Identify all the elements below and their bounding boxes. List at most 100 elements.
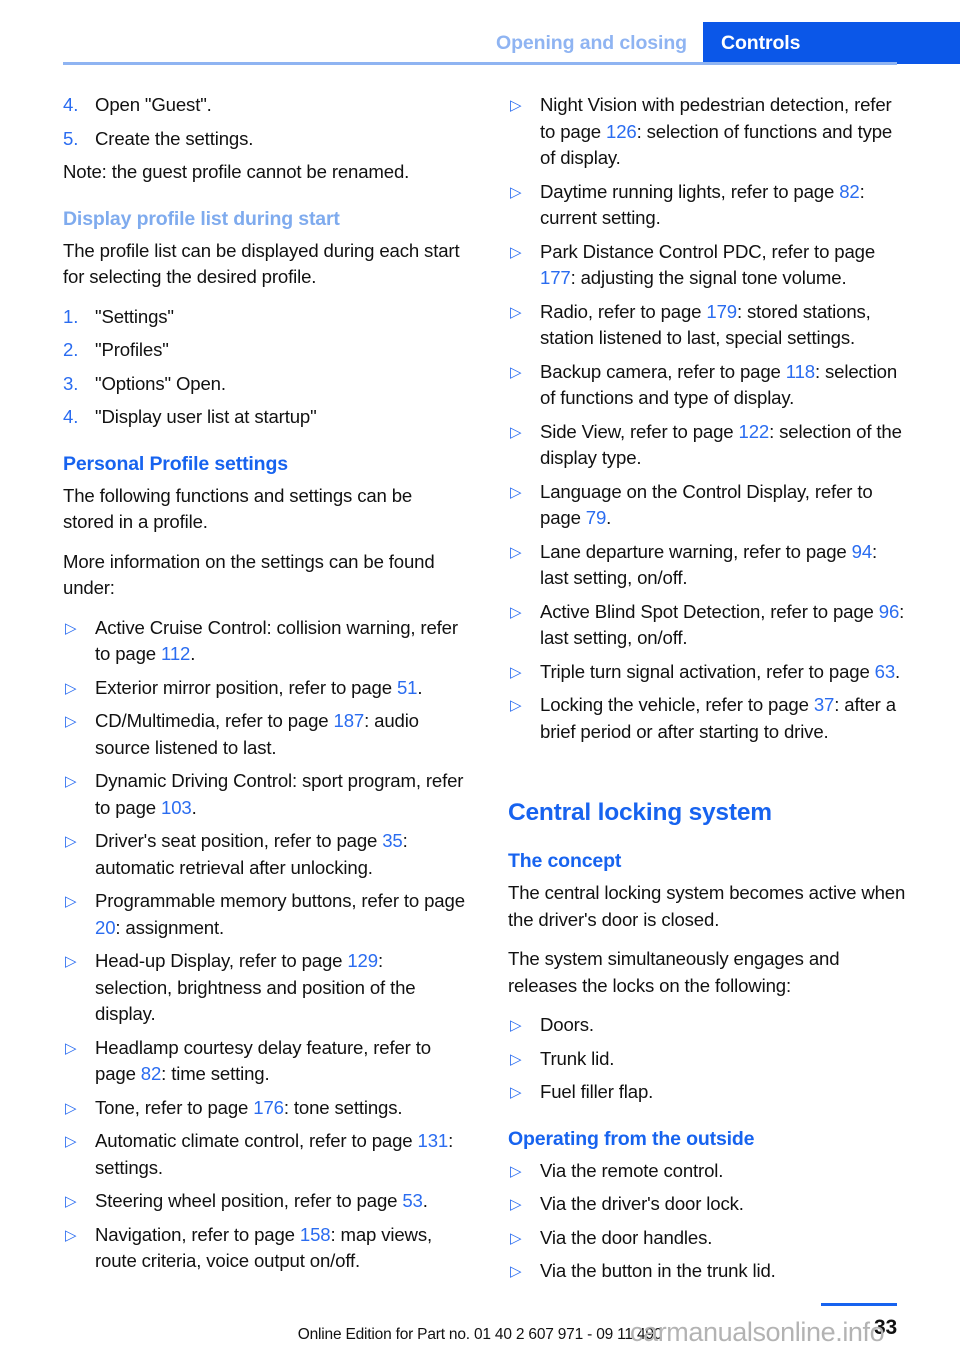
page-reference[interactable]: 179 xyxy=(706,301,737,322)
step-number: 3. xyxy=(63,372,79,394)
list-item-text: Navigation, refer to page xyxy=(95,1223,300,1245)
steps-top-list: 4. Open "Guest". 5. Create the settings. xyxy=(63,92,465,152)
page-reference[interactable]: 131 xyxy=(418,1130,449,1151)
list-item: ▷ Driver's seat position, refer to page 3… xyxy=(63,828,465,881)
list-item-text: Via the remote control. xyxy=(540,1159,724,1181)
page-reference[interactable]: 96 xyxy=(879,601,900,622)
triangle-bullet-icon: ▷ xyxy=(510,303,522,321)
triangle-bullet-icon: ▷ xyxy=(65,619,77,637)
personal-profile-intro-1: The following functions and settings can… xyxy=(63,484,413,533)
heading-operating-from-the-outside: Operating from the outside xyxy=(508,1127,755,1150)
triangle-bullet-icon: ▷ xyxy=(65,953,77,970)
breadcrumb-opening-and-closing: Opening and closing xyxy=(478,22,703,64)
triangle-bullet-icon: ▷ xyxy=(65,1039,77,1057)
list-item: ▷ Daytime running lights, refer to page 8… xyxy=(508,179,910,232)
list-item-text-tail: . xyxy=(422,1190,428,1211)
triangle-bullet-icon: ▷ xyxy=(510,97,522,114)
triangle-bullet-icon: ▷ xyxy=(510,183,522,201)
triangle-bullet-icon: ▷ xyxy=(510,363,522,381)
list-item-text: Via the door handles. xyxy=(540,1226,713,1248)
heading-personal-profile-settings: Personal Profile settings xyxy=(63,452,288,475)
list-item-text: Trunk lid. xyxy=(540,1047,615,1069)
list-item: ▷ CD/Multimedia, refer to page 187: audio… xyxy=(63,708,465,761)
triangle-bullet-icon: ▷ xyxy=(65,773,77,790)
list-item-text: Steering wheel position, refer to page xyxy=(95,1190,403,1211)
page-reference[interactable]: 20 xyxy=(95,917,116,938)
list-item-text: CD/Multimedia, refer to page xyxy=(95,710,334,731)
list-item: ▷ Via the driver's door lock. xyxy=(508,1191,910,1218)
page-reference[interactable]: 103 xyxy=(161,797,192,818)
triangle-bullet-icon: ▷ xyxy=(510,1263,522,1280)
list-item-text: Fuel filler flap. xyxy=(540,1081,654,1102)
page-reference[interactable]: 122 xyxy=(739,421,770,442)
list-item-text: Programmable memory buttons, refer to pa… xyxy=(95,890,465,911)
list-item-text-tail: . xyxy=(191,796,197,818)
step-text: Create the settings. xyxy=(95,127,254,149)
tab-controls: Controls xyxy=(703,22,960,64)
list-item-text: Active Blind Spot Detection, refer to pa… xyxy=(540,600,879,622)
list-item-text: Side View, refer to page xyxy=(540,420,739,442)
list-item-text-tail: . xyxy=(417,676,423,698)
page-reference[interactable]: 35 xyxy=(382,830,403,851)
page-reference[interactable]: 177 xyxy=(540,267,571,288)
display-profile-intro: The profile list can be displayed during… xyxy=(63,239,460,288)
triangle-bullet-icon: ▷ xyxy=(65,893,77,910)
page-reference[interactable]: 63 xyxy=(875,661,896,682)
step-number: 4. xyxy=(63,406,79,427)
list-item: ▷ Locking the vehicle, refer to page 37: … xyxy=(508,692,910,745)
page-reference[interactable]: 82 xyxy=(839,181,860,202)
triangle-bullet-icon: ▷ xyxy=(510,543,522,561)
list-item: ▷ Active Cruise Control: collision warnin… xyxy=(63,615,465,668)
page-reference[interactable]: 51 xyxy=(397,677,418,698)
list-item: ▷ Programmable memory buttons, refer to p… xyxy=(63,888,465,941)
triangle-bullet-icon: ▷ xyxy=(65,679,77,697)
list-item-text: Dynamic Driving Control: sport program, … xyxy=(95,770,464,818)
list-item-text-tail: : tone settings. xyxy=(283,1096,403,1118)
list-item: ▷ Radio, refer to page 179: stored statio… xyxy=(508,299,910,352)
page-reference[interactable]: 176 xyxy=(253,1097,284,1118)
page-footer: 33 Online Edition for Part no. 01 40 2 6… xyxy=(0,1282,960,1362)
page-reference[interactable]: 53 xyxy=(402,1190,423,1211)
step-text: "Options" Open. xyxy=(95,372,226,394)
step-number: 1. xyxy=(63,305,79,327)
list-item-text: Tone, refer to page xyxy=(95,1096,254,1118)
page-reference[interactable]: 118 xyxy=(786,361,815,382)
list-item-text: Driver's seat position, refer to page xyxy=(95,830,383,851)
list-item: ▷ Trunk lid. xyxy=(508,1046,910,1073)
page-reference[interactable]: 94 xyxy=(852,541,873,562)
operating-outside-list: ▷ Via the remote control. ▷ Via the driver'… xyxy=(508,1158,910,1285)
page-reference[interactable]: 37 xyxy=(814,694,835,715)
heading-display-profile-list: Display profile list during start xyxy=(63,207,340,230)
page-reference[interactable]: 79 xyxy=(586,507,607,528)
triangle-bullet-icon: ▷ xyxy=(510,603,522,621)
step-text: "Display user list at startup" xyxy=(95,406,317,427)
list-item-text: Automatic climate control, refer to page xyxy=(95,1130,418,1151)
triangle-bullet-icon: ▷ xyxy=(510,243,522,261)
page-reference[interactable]: 129 xyxy=(347,950,378,971)
footer-divider xyxy=(821,1303,897,1306)
page-reference[interactable]: 187 xyxy=(334,710,365,731)
page-header: Opening and closing Controls xyxy=(0,0,960,65)
list-item: ▷ Side View, refer to page 122: selection… xyxy=(508,419,910,472)
list-item: ▷ Doors. xyxy=(508,1012,910,1039)
list-item: ▷ Night Vision with pedestrian detection,… xyxy=(508,92,910,172)
heading-the-concept: The concept xyxy=(508,850,622,872)
step-text: "Profiles" xyxy=(95,339,169,360)
list-item-text: Via the driver's door lock. xyxy=(540,1193,744,1214)
page-reference[interactable]: 158 xyxy=(300,1224,331,1245)
right-column: ▷ Night Vision with pedestrian detection,… xyxy=(508,92,910,1292)
page-reference[interactable]: 82 xyxy=(141,1063,162,1084)
step-number: 2. xyxy=(63,339,79,360)
list-item: ▷ Head-up Display, refer to page 129: sel… xyxy=(63,948,465,1028)
personal-settings-list: ▷ Active Cruise Control: collision warnin… xyxy=(63,615,465,1275)
list-item: ▷ Automatic climate control, refer to pag… xyxy=(63,1128,465,1181)
page-reference[interactable]: 126 xyxy=(606,121,637,142)
heading-central-locking-system: Central locking system xyxy=(508,799,772,826)
page-reference[interactable]: 112 xyxy=(161,643,190,664)
step-text: Open "Guest". xyxy=(95,94,212,115)
list-item: ▷ Tone, refer to page 176: tone settings. xyxy=(63,1095,465,1122)
list-item: ▷ Headlamp courtesy delay feature, refer … xyxy=(63,1035,465,1088)
list-item-text: Doors. xyxy=(540,1014,594,1035)
list-item: ▷ Steering wheel position, refer to page … xyxy=(63,1188,465,1215)
